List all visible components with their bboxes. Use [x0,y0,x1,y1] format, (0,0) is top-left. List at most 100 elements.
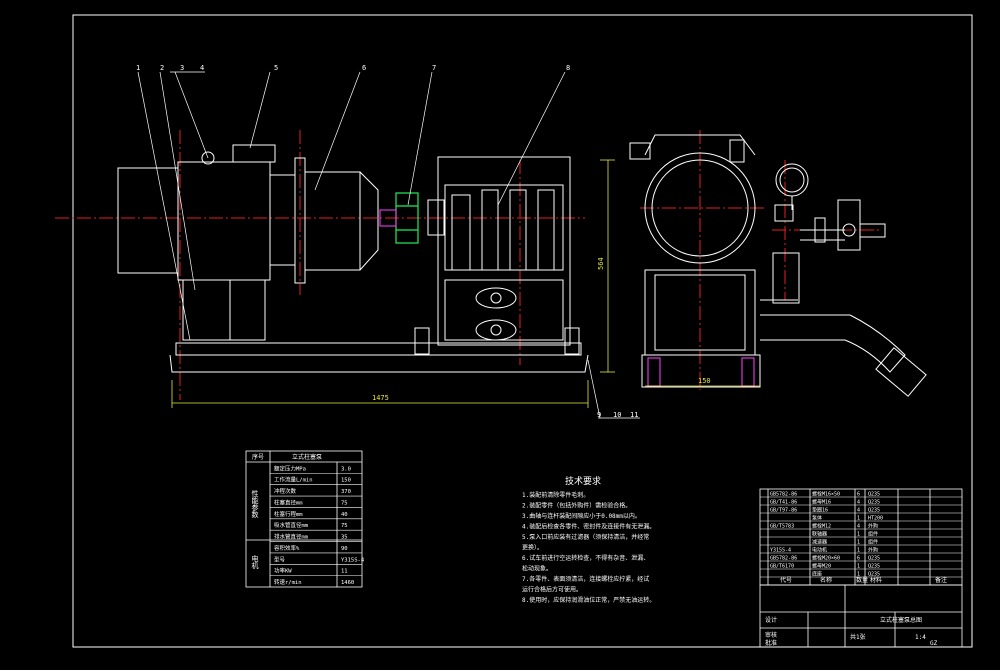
tech-req-line: 更换）。 [522,544,543,552]
title-block-scale: 1:4 [915,634,926,641]
callout-11: 11 [630,411,638,419]
param-name: 容积效率% [274,544,300,552]
param-name: 工作流量L/min [274,476,313,484]
tech-req-line: 松动现象。 [522,565,552,573]
parts-cell-qty: 4 [857,508,860,514]
tech-req-line: 1.装配前清除零件毛刺。 [522,491,589,499]
parts-header-code: 代号 [780,576,792,584]
param-header-no: 序号 [252,453,264,461]
parts-cell-name: 联轴器 [812,531,827,538]
parts-cell-mat: Q235 [868,492,880,498]
parts-cell-name: 垫圈16 [812,507,828,514]
parts-cell-name: 电动机 [812,547,827,554]
title-block: 设计 立式柱塞泵总图 1:4 共1张 审核 批准 GZ [765,616,938,647]
param-name: 转速r/min [274,578,302,586]
title-block-design: 设计 [765,616,777,624]
callout-8: 8 [566,64,570,72]
title-block-drawing-no: GZ [930,640,938,647]
param-name: 柱塞行程mm [274,510,303,518]
tech-req-line: 8.使用时，应保持润滑油位正常，严禁无油运转。 [522,596,655,604]
param-name: 吸水管直径mm [274,521,309,529]
parts-cell-name: 泵体 [812,515,822,522]
drawing-canvas: 1 2 3 4 5 6 7 8 9 10 11 1475 564 150 额定压… [0,0,1000,666]
param-header-title: 立式柱塞泵 [292,453,322,461]
param-value: 1460 [341,580,354,586]
parts-cell-qty: 1 [857,564,860,570]
param-value: 35 [341,535,348,541]
param-value: Y315S-4 [341,557,365,563]
centerlines [55,130,880,400]
parts-cell-qty: 1 [857,548,860,554]
tech-req-line: 4.装配后检查各零件、密封件及连接件有无泄漏。 [522,523,655,531]
parts-list-rows: GB5782-86 螺栓M16×50 6 Q235 GB/T41-86 螺母M16 4 Q23… [760,491,962,578]
param-group-motor: 电机 [251,554,259,570]
param-value: 3.0 [341,466,351,472]
parts-cell-qty: 4 [857,500,860,506]
parts-cell-mat: Q235 [868,556,880,562]
callout-5: 5 [274,64,278,72]
title-block-approve: 批准 [765,639,777,647]
callout-1: 1 [136,64,140,72]
parts-cell-code: GB/T6170 [770,564,794,570]
param-value: 75 [341,523,348,529]
param-name: 额定压力MPa [274,464,306,472]
parts-cell-qty: 1 [857,532,860,538]
tech-req-lines: 1.装配前清除零件毛刺。 2.装配零件（包括外购件）需检验合格。 3.曲轴与连杆装配… [522,491,655,604]
title-block-check: 审核 [765,631,777,639]
parts-cell-mat: Q235 [868,564,880,570]
title-block-sheet: 共1张 [850,633,866,641]
param-name: 功率KW [274,567,292,575]
parts-header-note: 备注 [935,576,947,584]
dimension-lines [171,159,760,408]
callout-6: 6 [362,64,366,72]
parts-header-qty: 数量 [856,576,868,584]
tech-req-line: 3.曲轴与连杆装配间隙应小于0.08mm以内。 [522,512,641,520]
cad-drawing: 1 2 3 4 5 6 7 8 9 10 11 1475 564 150 额定压… [55,14,973,648]
parts-cell-name: 螺栓M20×60 [812,555,840,562]
title-block-drawing-title: 立式柱塞泵总图 [880,616,922,624]
parts-cell-mat: Q235 [868,500,880,506]
tech-req-line: 7.各零件、表面须清洁，连接螺栓应拧紧，经试 [522,575,649,583]
param-name: 排水管直径mm [274,533,309,541]
tech-req-line: 2.装配零件（包括外购件）需检验合格。 [522,502,631,510]
tech-req-line: 运行合格后方可使用。 [522,586,582,594]
parts-cell-code: GB/T41-86 [770,500,797,506]
pump-body [414,156,580,355]
parts-cell-qty: 1 [857,540,860,546]
tech-req-line: 6.试车前进行空运转检查，不得有杂音、泄漏、 [522,554,649,562]
parts-cell-mat: HT200 [868,516,883,522]
parts-cell-mat: 外购 [868,523,878,530]
parts-cell-qty: 6 [857,556,860,562]
tech-req-title: 技术要求 [565,475,601,487]
parameter-rows: 额定压力MPa 3.0 工作流量L/min 150 冲程次数 370 柱塞直径mm 75 柱塞行… [270,464,365,586]
parts-cell-name: 螺母M16 [812,499,831,506]
tech-req-line: 5.泵入口前应装有过滤器（须保持清洁，并经常 [522,533,649,541]
parts-cell-name: 螺栓M12 [812,523,831,530]
parts-cell-code: GB/T97-86 [770,508,797,514]
param-name: 型号 [274,555,286,563]
callout-9: 9 [597,411,601,419]
parts-cell-code: GB5782-86 [770,556,797,562]
parts-header-name: 名称 [820,576,832,584]
parts-cell-qty: 1 [857,516,860,522]
param-value: 75 [341,500,348,506]
param-value: 150 [341,478,351,484]
callout-4: 4 [200,64,204,72]
parts-cell-mat: 组件 [868,531,878,538]
parts-cell-name: 减速器 [812,539,827,546]
dim-width: 150 [698,377,711,385]
parts-cell-code: GB5782-86 [770,492,797,498]
callout-3: 3 [180,64,184,72]
parts-cell-name: 螺栓M16×50 [812,491,840,498]
side-view [629,134,927,397]
parts-cell-mat: 外购 [868,547,878,554]
parts-cell-qty: 4 [857,524,860,530]
param-value: 11 [341,569,348,575]
parts-header-mat: 材料 [870,576,882,584]
callout-2: 2 [160,64,164,72]
parts-cell-code: Y315S-4 [770,548,791,554]
param-value: 40 [341,512,348,518]
callout-10: 10 [613,411,621,419]
leader-lines [137,71,640,419]
parts-cell-mat: Q235 [868,508,880,514]
